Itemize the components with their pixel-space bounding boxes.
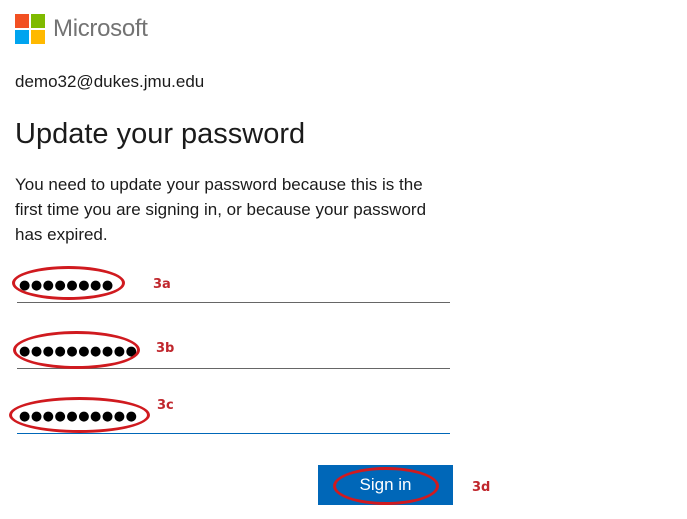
annotation-ring-3d (333, 467, 439, 505)
annotation-label-3c: 3c (157, 398, 174, 413)
microsoft-logo: Microsoft (15, 14, 148, 44)
annotation-label-3a: 3a (153, 277, 171, 292)
annotation-ring-3c (9, 397, 150, 433)
field-underline (17, 433, 450, 434)
microsoft-logo-icon (15, 14, 45, 44)
field-underline (17, 302, 450, 303)
page-description: You need to update your password because… (15, 175, 427, 244)
annotation-label-3d: 3d (472, 480, 491, 495)
annotation-ring-3a (12, 266, 125, 300)
brand-name: Microsoft (53, 15, 148, 42)
annotation-ring-3b (13, 331, 140, 369)
annotation-label-3b: 3b (156, 341, 175, 356)
page-title: Update your password (15, 118, 306, 150)
account-email: demo32@dukes.jmu.edu (15, 72, 205, 91)
